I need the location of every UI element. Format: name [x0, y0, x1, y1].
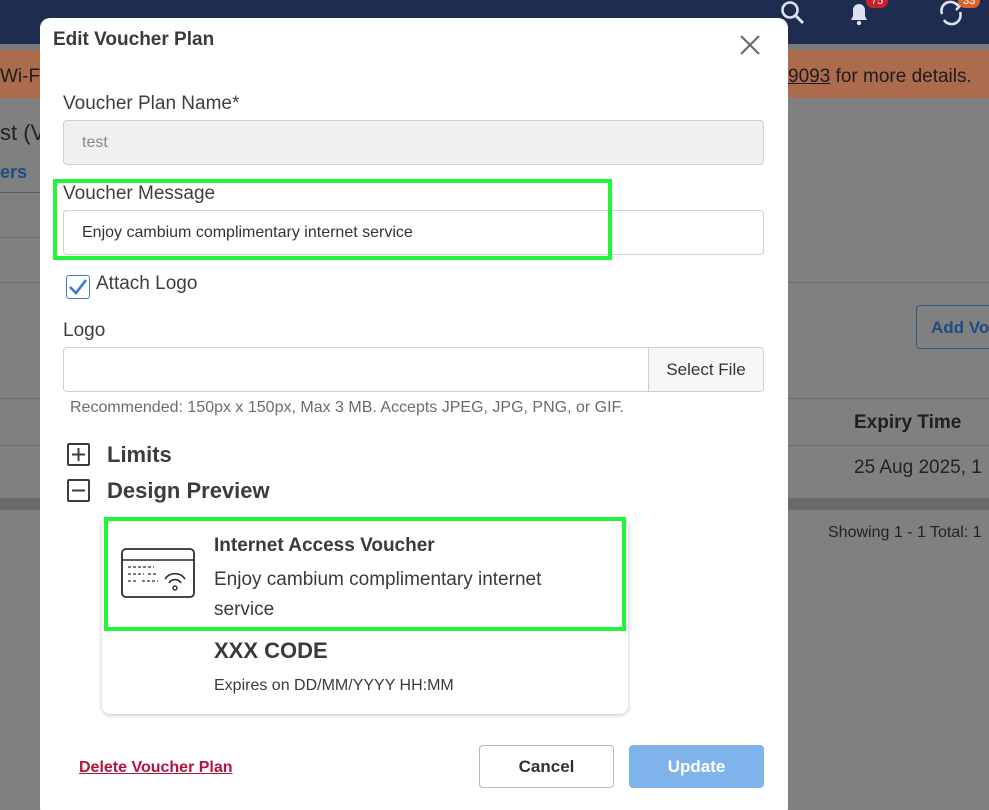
voucher-wifi-icon [121, 548, 195, 603]
preview-expiry: Expires on DD/MM/YYYY HH:MM [214, 677, 454, 694]
close-icon[interactable] [738, 33, 762, 57]
other-count-badge: 33 [958, 0, 981, 8]
plan-name-label: Voucher Plan Name* [63, 93, 240, 114]
table-cell-expiry: 25 Aug 2025, 1 [854, 457, 982, 478]
preview-message: Enjoy cambium complimentary internet ser… [214, 569, 542, 620]
logo-hint-text: Recommended: 150px x 150px, Max 3 MB. Ac… [70, 399, 624, 416]
preview-title: Internet Access Voucher [214, 535, 435, 556]
pagination-text: Showing 1 - 1 Total: 1 [828, 524, 982, 541]
edit-voucher-plan-modal: Edit Voucher Plan Voucher Plan Name* tes… [40, 18, 788, 810]
attach-logo-checkbox[interactable] [66, 275, 90, 299]
voucher-message-field[interactable]: Enjoy cambium complimentary internet ser… [63, 210, 764, 255]
limits-expand-icon[interactable] [67, 443, 90, 466]
plan-name-field: test [63, 120, 764, 165]
cancel-button[interactable]: Cancel [479, 745, 614, 788]
page-title: st (V [0, 120, 46, 145]
modal-title: Edit Voucher Plan [53, 29, 215, 50]
banner-link[interactable]: 9093 [788, 66, 830, 87]
banner-suffix: for more details. [835, 66, 972, 87]
voucher-message-label: Voucher Message [63, 183, 216, 204]
voucher-preview-card: Internet Access Voucher Enjoy cambium co… [102, 518, 628, 714]
add-voucher-button[interactable]: Add Vo [916, 305, 989, 349]
logo-label: Logo [63, 320, 106, 341]
banner-text-left: Wi-F [0, 66, 41, 87]
notification-count-badge: 75 [866, 0, 889, 8]
update-button[interactable]: Update [629, 745, 764, 788]
checkmark-icon [69, 279, 88, 295]
banner-text-right: 9093 for more details. [788, 66, 972, 88]
logo-file-input[interactable]: Select File [63, 347, 764, 392]
design-preview-section-title[interactable]: Design Preview [107, 478, 270, 504]
divider [0, 192, 40, 193]
tab-vouchers[interactable]: ers [0, 162, 27, 183]
limits-section-title[interactable]: Limits [107, 442, 172, 468]
delete-voucher-plan-link[interactable]: Delete Voucher Plan [79, 759, 233, 777]
select-file-button[interactable]: Select File [648, 348, 763, 391]
attach-logo-label[interactable]: Attach Logo [96, 273, 197, 295]
divider [0, 237, 40, 238]
preview-code: XXX CODE [214, 638, 328, 663]
table-header-expiry: Expiry Time [854, 412, 962, 433]
design-preview-collapse-icon[interactable] [67, 479, 90, 502]
